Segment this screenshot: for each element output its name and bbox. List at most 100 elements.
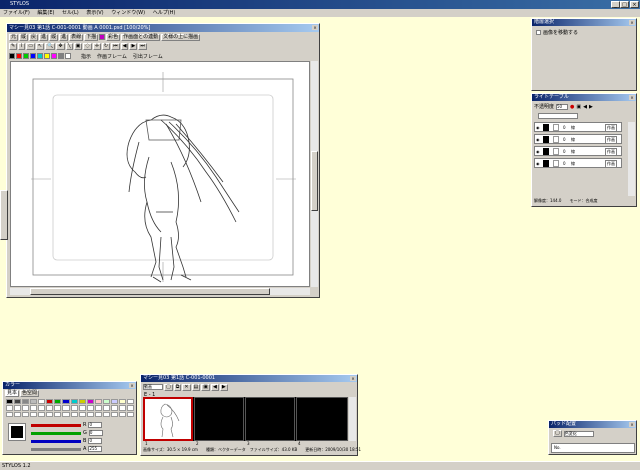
a-slider[interactable]: [31, 447, 81, 451]
swatch-cell[interactable]: [54, 405, 62, 411]
light-table-scrollbar[interactable]: [628, 122, 635, 196]
menu-cell[interactable]: セル(L): [59, 9, 82, 17]
toolbar-button-9[interactable]: 彩色: [106, 33, 121, 41]
swatch-cell[interactable]: [30, 405, 38, 411]
eye-icon[interactable]: ◉: [536, 161, 540, 166]
lasso-tool-icon[interactable]: ◌: [83, 42, 92, 50]
canvas-horizontal-scrollbar[interactable]: [10, 288, 310, 295]
swatch-cell[interactable]: [110, 411, 118, 417]
main-window-close-icon[interactable]: ×: [312, 25, 318, 30]
record-icon[interactable]: ●: [570, 104, 574, 110]
palette-swatch[interactable]: [65, 53, 71, 59]
frame-thumbnail-4[interactable]: [296, 397, 348, 441]
swatch-cell[interactable]: [78, 405, 86, 411]
horizontal-scroll-thumb[interactable]: [30, 288, 270, 295]
canvas-vertical-scrollbar[interactable]: [311, 61, 318, 287]
swatch-cell[interactable]: [14, 411, 22, 417]
move-image-checkbox[interactable]: [536, 30, 541, 35]
right-icon[interactable]: ▶: [589, 104, 593, 110]
pen-tool-icon[interactable]: ✎: [9, 42, 18, 50]
row-mode-select[interactable]: 作画: [605, 136, 617, 144]
brush-tool-icon[interactable]: ⌇: [18, 42, 26, 50]
next-icon[interactable]: ▶: [219, 383, 228, 391]
toolbar-button-8[interactable]: 下描: [84, 33, 99, 41]
swatch-cell[interactable]: [22, 405, 30, 411]
swatch-cell[interactable]: [38, 399, 46, 405]
swatch-cell[interactable]: [118, 405, 126, 411]
palette-swatch[interactable]: [30, 53, 36, 59]
row-mode-select[interactable]: 作画: [605, 160, 617, 168]
swatch-cell[interactable]: [78, 399, 86, 405]
tab-color-space[interactable]: 色空間: [20, 390, 40, 397]
vertical-scroll-thumb[interactable]: [311, 151, 318, 211]
palette-swatch[interactable]: [9, 53, 15, 59]
swatch-cell[interactable]: [86, 405, 94, 411]
swatch-cell[interactable]: [14, 405, 22, 411]
menu-file[interactable]: ファイル(F): [0, 9, 33, 17]
swatch-cell[interactable]: [94, 399, 102, 405]
swatch-cell[interactable]: [46, 399, 54, 405]
swatch-cell[interactable]: [118, 399, 126, 405]
light-table-row[interactable]: ◉ 0 線 作画: [534, 122, 622, 132]
swatch-cell[interactable]: [102, 405, 110, 411]
light-table-row[interactable]: ◉ 0 線 作画: [534, 158, 622, 168]
swatch-cell[interactable]: [94, 411, 102, 417]
eraser-tool-icon[interactable]: ▭: [26, 42, 35, 50]
swatch-cell[interactable]: [46, 411, 54, 417]
swatch-cell[interactable]: [6, 399, 14, 405]
play-icon[interactable]: ▶: [129, 42, 138, 50]
left-docked-panel[interactable]: [0, 190, 8, 240]
palette-swatch[interactable]: [37, 53, 43, 59]
save-frame-icon[interactable]: ▣: [201, 383, 210, 391]
swatch-cell[interactable]: [126, 411, 134, 417]
frame-thumbnail-2[interactable]: [194, 397, 244, 441]
swatch-cell[interactable]: [38, 411, 46, 417]
swatch-cell[interactable]: [30, 399, 38, 405]
timeline-close-icon[interactable]: ×: [350, 376, 356, 381]
swatch-cell[interactable]: [110, 399, 118, 405]
select-tool-icon[interactable]: ↖: [35, 42, 45, 50]
maximize-button[interactable]: □: [620, 1, 629, 8]
cut-select[interactable]: 動画: [143, 384, 163, 390]
swatch-cell[interactable]: [110, 405, 118, 411]
frame-thumbnail-3[interactable]: [245, 397, 295, 441]
swatch-cell[interactable]: [94, 405, 102, 411]
timeline-scrollbar[interactable]: [349, 397, 356, 441]
swatch-cell[interactable]: [86, 399, 94, 405]
eye-icon[interactable]: ◉: [536, 125, 540, 130]
drawing-canvas[interactable]: [10, 61, 310, 287]
delete-frame-icon[interactable]: ✕: [182, 383, 191, 391]
a-value[interactable]: 255: [88, 446, 103, 452]
rotate-tool-icon[interactable]: ↻: [101, 42, 111, 50]
minimize-button[interactable]: _: [611, 1, 620, 8]
left-icon[interactable]: ◀: [583, 104, 587, 110]
light-table-close-icon[interactable]: ×: [629, 95, 635, 100]
swatch-cell[interactable]: [62, 399, 70, 405]
pad-list[interactable]: No.: [551, 443, 635, 453]
swatch-cell[interactable]: [30, 411, 38, 417]
copy-frame-icon[interactable]: ⧉: [173, 383, 182, 391]
toolbar-button-11[interactable]: 文様の上に描画: [161, 33, 201, 41]
crosshair-tool-icon[interactable]: ✛: [92, 42, 101, 50]
row-option[interactable]: 線: [571, 161, 575, 167]
prev-frame-icon[interactable]: ◀: [120, 42, 129, 50]
swatch-cell[interactable]: [62, 405, 70, 411]
menu-window[interactable]: ウィンドウ(W): [108, 9, 148, 17]
opacity-input[interactable]: 50: [556, 103, 569, 110]
g-slider[interactable]: [31, 431, 81, 435]
swatch-cell[interactable]: [38, 405, 46, 411]
r-value[interactable]: 0: [88, 422, 103, 428]
swatch-cell[interactable]: [126, 405, 134, 411]
tab-swatches[interactable]: 見本: [5, 390, 20, 397]
toolbar-button-3[interactable]: 戻: [29, 33, 39, 41]
pad-button[interactable]: ▢: [553, 430, 562, 437]
frame-thumbnail-1[interactable]: [143, 397, 193, 441]
row-mode-select[interactable]: 作画: [605, 124, 617, 132]
first-frame-icon[interactable]: ⏮: [111, 42, 120, 50]
fill-tool-icon[interactable]: ▣: [73, 42, 83, 50]
swatch-cell[interactable]: [102, 399, 110, 405]
menu-view[interactable]: 表示(V): [83, 9, 106, 17]
swatch-cell[interactable]: [6, 405, 14, 411]
swatch-cell[interactable]: [118, 411, 126, 417]
palette-swatch[interactable]: [23, 53, 29, 59]
